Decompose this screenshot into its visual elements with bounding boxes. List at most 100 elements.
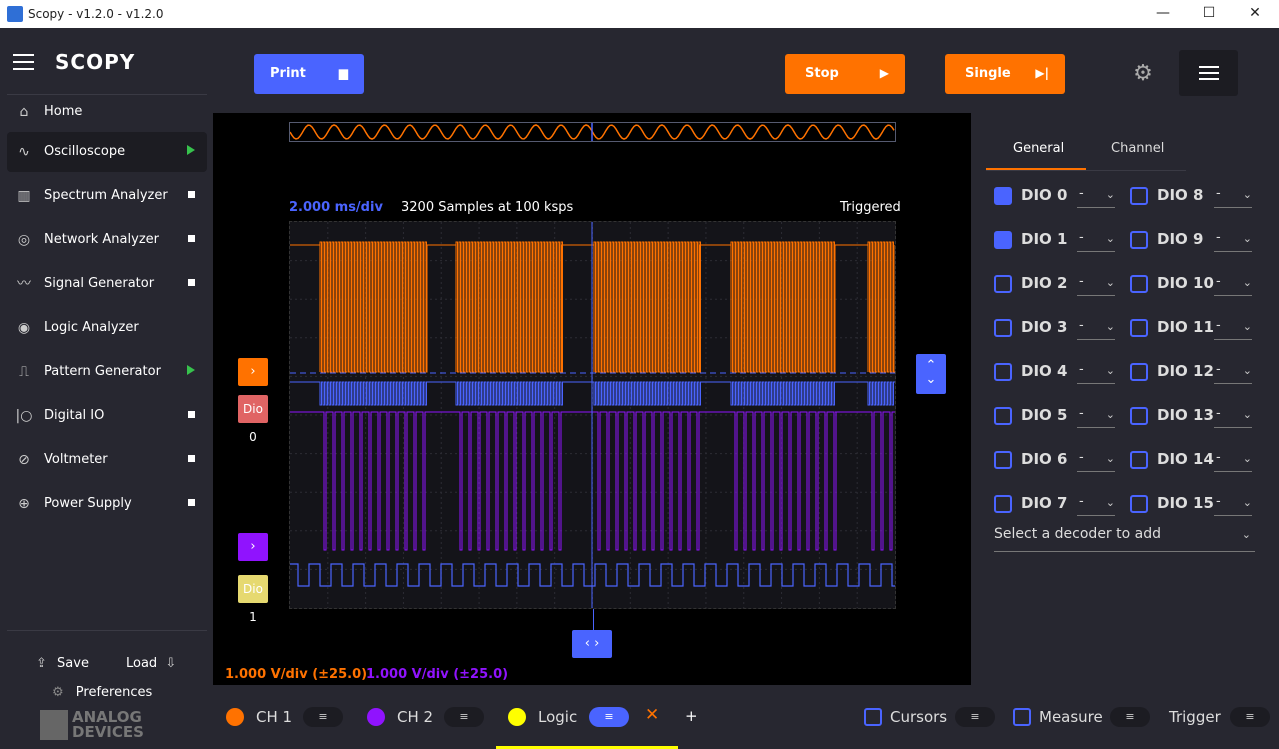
dio13-select[interactable]: - ⌄ [1214,406,1252,428]
dio5-checkbox[interactable] [994,407,1012,425]
cursors-settings-button[interactable]: ≡ [955,707,995,727]
dio14-select[interactable]: - ⌄ [1214,450,1252,472]
nav-home[interactable]: ⌂ Home [7,92,207,132]
ch2-offset-handle[interactable]: › [238,533,268,561]
dio6-checkbox[interactable] [994,451,1012,469]
ch2-dot[interactable] [367,708,385,726]
print-button[interactable]: Print ▆ [254,54,364,94]
chevron-down-icon: ⌄ [1105,496,1115,509]
dio2-select[interactable]: - ⌄ [1077,274,1115,296]
waveform-grid[interactable] [289,221,896,609]
cursors-checkbox[interactable] [864,708,882,726]
plot-overview[interactable] [289,122,896,142]
dio7-checkbox[interactable] [994,495,1012,513]
measure-checkbox[interactable] [1013,708,1031,726]
single-button[interactable]: Single ▶| [945,54,1065,94]
nav-digital-io[interactable]: |○ Digital IO [7,396,207,436]
dio0-tag[interactable]: Dio 0 [238,395,268,444]
maximize-button[interactable]: ☐ [1186,0,1232,28]
ch2-label[interactable]: CH 2 [397,708,433,726]
stop-indicator[interactable] [188,455,195,462]
dio9-checkbox[interactable] [1130,231,1148,249]
dio1-select[interactable]: - ⌄ [1077,230,1115,252]
stop-button[interactable]: Stop ▶ [785,54,905,94]
dio0-select[interactable]: - ⌄ [1077,186,1115,208]
settings-menu-button[interactable] [1179,50,1238,96]
load-button[interactable]: Load ⇩ [126,656,176,671]
dio12-checkbox[interactable] [1130,363,1148,381]
close-button[interactable]: ✕ [1232,0,1278,28]
measure-settings-button[interactable]: ≡ [1110,707,1150,727]
dio0-checkbox[interactable] [994,187,1012,205]
settings-gear-icon[interactable]: ⚙ [1131,62,1155,86]
logic-label[interactable]: Logic [538,708,577,726]
dio1-checkbox[interactable] [994,231,1012,249]
ch1-offset-handle[interactable]: › [238,358,268,386]
ch1-label[interactable]: CH 1 [256,708,292,726]
nav-spectrum-analyzer[interactable]: ▥ Spectrum Analyzer [7,176,207,216]
nav-pattern-generator[interactable]: ⎍ Pattern Generator [7,352,207,392]
dio6-select[interactable]: - ⌄ [1077,450,1115,472]
dio1-tag[interactable]: Dio 1 [238,575,268,624]
dio11-label: DIO 11 [1157,318,1214,336]
nav-network-analyzer[interactable]: ◎ Network Analyzer [7,220,207,260]
ch2-settings-button[interactable]: ≡ [444,707,484,727]
dio5-select[interactable]: - ⌄ [1077,406,1115,428]
minimize-button[interactable]: — [1140,0,1186,28]
nav-voltmeter[interactable]: ⊘ Voltmeter [7,440,207,480]
dio15-select-value: - [1216,494,1221,509]
dio15-select[interactable]: - ⌄ [1214,494,1252,516]
stop-indicator[interactable] [188,499,195,506]
dio8-select[interactable]: - ⌄ [1214,186,1252,208]
trigger-label[interactable]: Trigger [1169,708,1221,726]
trigger-position-handle[interactable]: ‹ › [572,630,612,658]
ch1-dot[interactable] [226,708,244,726]
waveform-plot [290,222,896,608]
dio4-select[interactable]: - ⌄ [1077,362,1115,384]
tab-channel[interactable]: Channel [1111,141,1164,156]
dio2-checkbox[interactable] [994,275,1012,293]
nav-power-supply[interactable]: ⊕ Power Supply [7,484,207,524]
nav-signal-generator[interactable]: 〰 Signal Generator [7,264,207,304]
dio7-select[interactable]: - ⌄ [1077,494,1115,516]
dio4-checkbox[interactable] [994,363,1012,381]
add-channel-button[interactable]: + [685,707,698,725]
dio3-checkbox[interactable] [994,319,1012,337]
decoder-select[interactable]: Select a decoder to add ⌄ [994,526,1255,552]
upload-icon: ⇪ [36,656,47,671]
dio15-checkbox[interactable] [1130,495,1148,513]
menu-icon[interactable] [13,54,34,75]
preferences-button[interactable]: ⚙ Preferences [52,685,152,700]
trigger-level-handle[interactable]: ⌃ ⌄ [916,354,946,394]
nav-oscilloscope[interactable]: ∿ Oscilloscope [7,132,207,172]
dio10-checkbox[interactable] [1130,275,1148,293]
dio9-select[interactable]: - ⌄ [1214,230,1252,252]
stop-indicator[interactable] [188,191,195,198]
remove-logic-icon[interactable]: ✕ [645,705,659,725]
stop-indicator[interactable] [188,235,195,242]
dio11-select[interactable]: - ⌄ [1214,318,1252,340]
channel-bar: CH 1 ≡ CH 2 ≡ Logic ≡ ✕ + Cursors ≡ Meas… [213,686,1279,749]
pattern-icon: ⎍ [19,364,29,380]
play-icon[interactable] [187,365,195,375]
dio11-checkbox[interactable] [1130,319,1148,337]
chevron-down-icon: ⌄ [1242,320,1252,333]
dio10-select[interactable]: - ⌄ [1214,274,1252,296]
tab-general[interactable]: General [1013,141,1064,156]
nav-logic-analyzer[interactable]: ◉ Logic Analyzer [7,308,207,348]
save-button[interactable]: ⇪ Save [36,656,89,671]
stop-indicator[interactable] [188,411,195,418]
dio3-select[interactable]: - ⌄ [1077,318,1115,340]
ch1-settings-button[interactable]: ≡ [303,707,343,727]
logic-dot[interactable] [508,708,526,726]
title-bar: Scopy - v1.2.0 - v1.2.0 — ☐ ✕ [0,0,1279,28]
dio8-checkbox[interactable] [1130,187,1148,205]
dio13-checkbox[interactable] [1130,407,1148,425]
stop-indicator[interactable] [188,279,195,286]
play-icon[interactable] [187,145,195,155]
dio14-checkbox[interactable] [1130,451,1148,469]
logic-settings-button[interactable]: ≡ [589,707,629,727]
trigger-settings-button[interactable]: ≡ [1230,707,1270,727]
dio12-select[interactable]: - ⌄ [1214,362,1252,384]
dio1-label: DIO 1 [1021,230,1068,248]
